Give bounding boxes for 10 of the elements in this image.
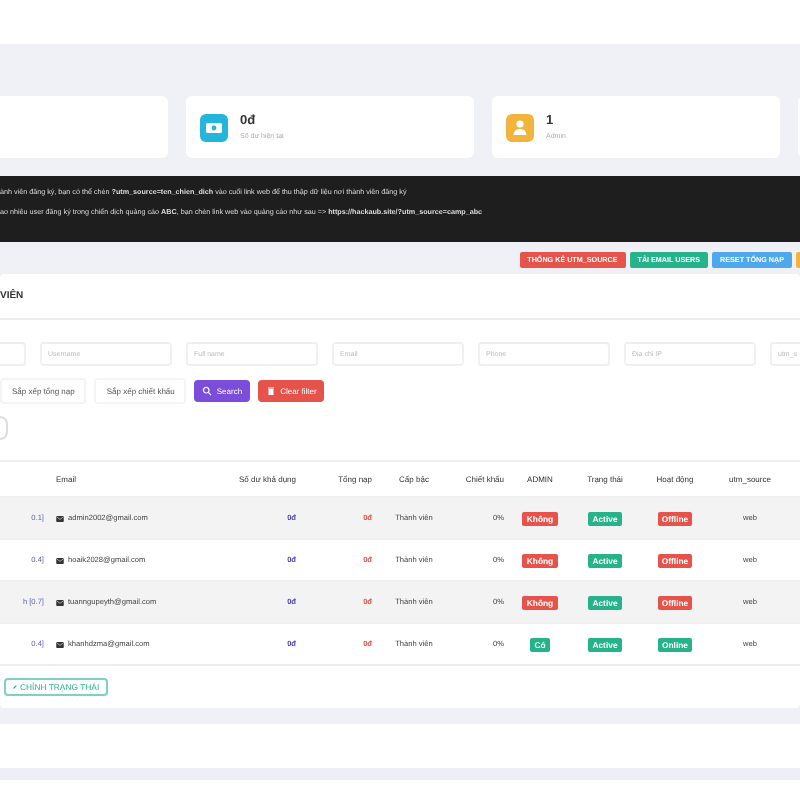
stat-icon bbox=[506, 113, 534, 141]
mail-icon bbox=[56, 641, 64, 647]
mail-icon bbox=[56, 515, 64, 521]
search-icon bbox=[202, 386, 213, 396]
stat-icon bbox=[200, 113, 228, 141]
mail-icon bbox=[56, 599, 64, 605]
trash-icon bbox=[266, 386, 277, 396]
page-size-select[interactable] bbox=[0, 416, 8, 440]
mail-icon bbox=[56, 557, 64, 563]
edit-icon bbox=[12, 684, 18, 690]
